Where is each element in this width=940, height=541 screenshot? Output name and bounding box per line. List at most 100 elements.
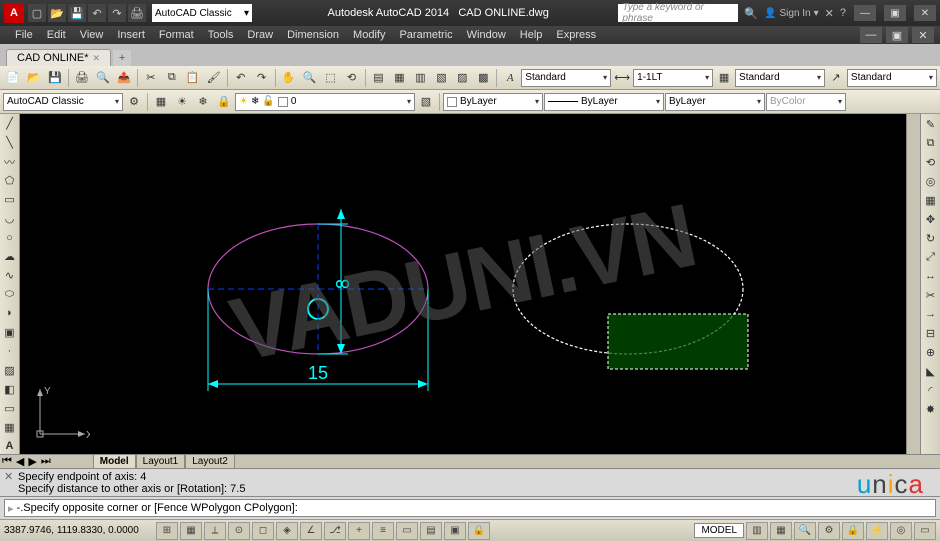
tab-model[interactable]: Model [93, 454, 136, 469]
pan-icon[interactable]: ✋ [279, 68, 299, 88]
properties-icon[interactable]: ▤ [369, 68, 389, 88]
vertical-scrollbar[interactable] [906, 114, 920, 454]
xline-icon[interactable]: ╲ [2, 135, 18, 151]
help-search-input[interactable]: Type a keyword or phrase [618, 4, 738, 22]
cmd-close-icon[interactable]: ✕ [4, 470, 18, 483]
layer-match-icon[interactable]: ▧ [416, 92, 436, 112]
tpy-toggle[interactable]: ▭ [396, 522, 418, 540]
app-logo[interactable]: A [4, 3, 24, 23]
layer-select[interactable]: ☀❄🔓0 ▾ [235, 93, 415, 111]
zoom-prev-icon[interactable]: ⟲ [342, 68, 362, 88]
polygon-icon[interactable]: ⬠ [2, 173, 18, 189]
menu-file[interactable]: File [8, 29, 40, 41]
dc-icon[interactable]: ▦ [389, 68, 409, 88]
isolate-icon[interactable]: ◎ [890, 522, 912, 540]
extend-icon[interactable]: → [923, 306, 939, 322]
erase-icon[interactable]: ✎ [923, 116, 939, 132]
polyline-icon[interactable]: 〰 [2, 154, 18, 170]
polar-toggle[interactable]: ⊙ [228, 522, 250, 540]
doc-close-button[interactable]: ✕ [912, 27, 934, 43]
cut-icon[interactable]: ✂ [141, 68, 161, 88]
rectangle-icon[interactable]: ▭ [2, 192, 18, 208]
tool-palette-icon[interactable]: ▥ [410, 68, 430, 88]
tab-layout2[interactable]: Layout2 [185, 454, 235, 469]
toolbar-lock-icon[interactable]: 🔒 [842, 522, 864, 540]
3dosnap-toggle[interactable]: ◈ [276, 522, 298, 540]
doc-minimize-button[interactable]: — [860, 27, 882, 43]
help-icon[interactable]: ? [840, 7, 846, 19]
space-badge[interactable]: MODEL [694, 523, 744, 538]
qp-toggle[interactable]: ▤ [420, 522, 442, 540]
open-icon[interactable]: 📂 [24, 68, 44, 88]
join-icon[interactable]: ⊕ [923, 344, 939, 360]
ellipse-icon[interactable]: ⬭ [2, 287, 18, 303]
workspace-select[interactable]: AutoCAD Classic▾ [3, 93, 123, 111]
layer-lock-icon[interactable]: 🔒 [214, 92, 234, 112]
paste-icon[interactable]: 📋 [183, 68, 203, 88]
block-icon[interactable]: ▣ [2, 324, 18, 340]
copy-icon[interactable]: ⧉ [923, 135, 939, 151]
revcloud-icon[interactable]: ☁ [2, 249, 18, 265]
mirror-icon[interactable]: ⟲ [923, 154, 939, 170]
color-select[interactable]: ByLayer▾ [443, 93, 543, 111]
new-icon[interactable]: 📄 [3, 68, 23, 88]
dyn-toggle[interactable]: + [348, 522, 370, 540]
move-icon[interactable]: ✥ [923, 211, 939, 227]
command-input[interactable]: ▸ -.Specify opposite corner or [Fence WP… [4, 499, 936, 517]
save-icon[interactable]: 💾 [68, 4, 86, 22]
gear-icon[interactable]: ⚙ [124, 92, 144, 112]
line-icon[interactable]: ╱ [2, 116, 18, 132]
redo-icon[interactable]: ↷ [108, 4, 126, 22]
markup-icon[interactable]: ▨ [452, 68, 472, 88]
restore-button[interactable]: ▣ [884, 5, 906, 21]
menu-dimension[interactable]: Dimension [280, 29, 346, 41]
am-toggle[interactable]: 🔒 [468, 522, 490, 540]
osnap-toggle[interactable]: ◻ [252, 522, 274, 540]
doc-restore-button[interactable]: ▣ [886, 27, 908, 43]
print-icon[interactable]: 🖨 [128, 4, 146, 22]
table-icon[interactable]: ▦ [2, 419, 18, 435]
layer-freeze-icon[interactable]: ❄ [193, 92, 213, 112]
break-icon[interactable]: ⊟ [923, 325, 939, 341]
undo-icon[interactable]: ↶ [231, 68, 251, 88]
text-style-icon[interactable]: A [500, 68, 520, 88]
file-tab[interactable]: CAD ONLINE* ✕ [6, 49, 111, 66]
exchange-icon[interactable]: ✕ [825, 7, 834, 20]
offset-icon[interactable]: ◎ [923, 173, 939, 189]
stretch-icon[interactable]: ↔ [923, 268, 939, 284]
menu-help[interactable]: Help [513, 29, 550, 41]
linetype-select[interactable]: ByLayer▾ [544, 93, 664, 111]
preview-icon[interactable]: 🔍 [93, 68, 113, 88]
table-style-icon[interactable]: ▦ [714, 68, 734, 88]
close-button[interactable]: ✕ [914, 5, 936, 21]
snap-toggle[interactable]: ⊞ [156, 522, 178, 540]
layer-props-icon[interactable]: ▦ [151, 92, 171, 112]
plot-icon[interactable]: 🖨 [72, 68, 92, 88]
open-icon[interactable]: 📂 [48, 4, 66, 22]
menu-insert[interactable]: Insert [110, 29, 152, 41]
hw-accel-icon[interactable]: ⚡ [866, 522, 888, 540]
menu-express[interactable]: Express [549, 29, 603, 41]
scale-icon[interactable]: ⤢ [923, 249, 939, 265]
redo-icon[interactable]: ↷ [252, 68, 272, 88]
tab-prev-icon[interactable]: ◀ [14, 455, 26, 468]
spline-icon[interactable]: ∿ [2, 268, 18, 284]
trim-icon[interactable]: ✂ [923, 287, 939, 303]
copy-icon[interactable]: ⧉ [162, 68, 182, 88]
menu-view[interactable]: View [73, 29, 111, 41]
layer-state-icon[interactable]: ☀ [172, 92, 192, 112]
match-icon[interactable]: 🖌 [204, 68, 224, 88]
qcalc-icon[interactable]: ▩ [473, 68, 493, 88]
table-style-select[interactable]: Standard▾ [735, 69, 825, 87]
minimize-button[interactable]: — [854, 5, 876, 21]
plotstyle-select[interactable]: ByColor▾ [766, 93, 846, 111]
zoom-icon[interactable]: 🔍 [300, 68, 320, 88]
point-icon[interactable]: · [2, 343, 18, 359]
circle-icon[interactable]: ○ [2, 230, 18, 246]
menu-parametric[interactable]: Parametric [392, 29, 459, 41]
menu-modify[interactable]: Modify [346, 29, 392, 41]
array-icon[interactable]: ▦ [923, 192, 939, 208]
menu-window[interactable]: Window [460, 29, 513, 41]
zoom-window-icon[interactable]: ⬚ [321, 68, 341, 88]
menu-draw[interactable]: Draw [240, 29, 280, 41]
